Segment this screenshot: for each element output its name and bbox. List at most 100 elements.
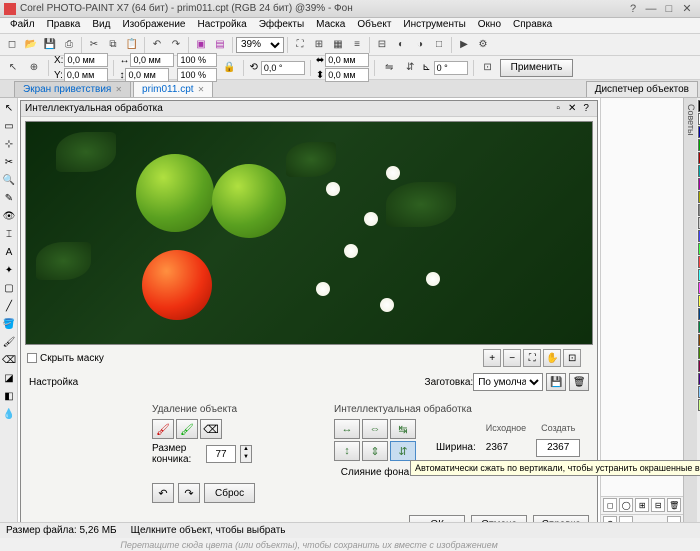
- menu-image[interactable]: Изображение: [116, 18, 191, 33]
- menu-window[interactable]: Окно: [472, 18, 507, 33]
- auto-h-icon[interactable]: ↹: [390, 419, 416, 439]
- paint-tool-icon[interactable]: 🖌: [1, 334, 17, 350]
- menu-view[interactable]: Вид: [86, 18, 116, 33]
- undo-stroke-icon[interactable]: ↶: [152, 483, 174, 503]
- fullscreen-icon[interactable]: ⛶: [291, 36, 309, 54]
- dialog-minimize-icon[interactable]: ▫: [551, 103, 565, 114]
- zoom-100-icon[interactable]: ⊡: [563, 349, 581, 367]
- zoom-select[interactable]: 39%: [236, 37, 284, 53]
- lock-ratio-icon[interactable]: 🔒: [220, 59, 238, 77]
- menu-object[interactable]: Объект: [351, 18, 397, 33]
- zoom-out-icon[interactable]: −: [503, 349, 521, 367]
- mask-rect-tool-icon[interactable]: ▭: [1, 118, 17, 134]
- docker-tab-objects[interactable]: Диспетчер объектов: [586, 81, 698, 97]
- pick-tool-icon[interactable]: ↖: [4, 59, 22, 77]
- rulers-icon[interactable]: ⊞: [310, 36, 328, 54]
- paste-icon[interactable]: 📋: [123, 36, 141, 54]
- minimize-button[interactable]: —: [642, 2, 660, 16]
- undo-icon[interactable]: ↶: [148, 36, 166, 54]
- print-icon[interactable]: ⎙: [60, 36, 78, 54]
- height-input[interactable]: [125, 68, 169, 82]
- save-preset-icon[interactable]: 💾: [546, 373, 566, 391]
- dialog-help-icon[interactable]: ?: [579, 103, 593, 114]
- transparency-tool-icon[interactable]: ◧: [1, 388, 17, 404]
- pan-icon[interactable]: ✋: [543, 349, 561, 367]
- copy-icon[interactable]: ⧉: [104, 36, 122, 54]
- mask-icon[interactable]: ◐: [392, 36, 410, 54]
- close-icon[interactable]: ✕: [198, 85, 205, 94]
- fill-tool-icon[interactable]: 🪣: [1, 316, 17, 332]
- clip-icon[interactable]: □: [430, 36, 448, 54]
- contract-v-icon[interactable]: ↕: [334, 441, 360, 461]
- menu-tools[interactable]: Инструменты: [397, 18, 471, 33]
- maximize-button[interactable]: □: [660, 2, 678, 16]
- nib-size-input[interactable]: [206, 445, 236, 463]
- eyedropper-tool-icon[interactable]: 💧: [1, 406, 17, 422]
- zoom-fit-icon[interactable]: ⛶: [523, 349, 541, 367]
- object-list[interactable]: [601, 98, 683, 496]
- close-icon[interactable]: ✕: [115, 85, 122, 94]
- mirror-v-icon[interactable]: ⇵: [401, 59, 419, 77]
- menu-mask[interactable]: Маска: [310, 18, 351, 33]
- menu-file[interactable]: Файл: [4, 18, 41, 33]
- dropshadow-tool-icon[interactable]: ◪: [1, 370, 17, 386]
- mask-transform-tool-icon[interactable]: ⊹: [1, 136, 17, 152]
- reset-button[interactable]: Сброс: [204, 483, 255, 503]
- rotation-input[interactable]: [261, 61, 305, 75]
- grid-icon[interactable]: ▦: [329, 36, 347, 54]
- skew-h-input[interactable]: [325, 53, 369, 67]
- preview-canvas[interactable]: [25, 121, 593, 345]
- preset-select[interactable]: По умолча...: [473, 373, 543, 391]
- menu-adjust[interactable]: Настройка: [191, 18, 252, 33]
- auto-v-icon[interactable]: ⇵: [390, 441, 416, 461]
- touch-up-tool-icon[interactable]: ⌶: [1, 226, 17, 242]
- zoom-tool-icon[interactable]: 🔍: [1, 172, 17, 188]
- scale-x-input[interactable]: [177, 53, 217, 67]
- skew-v-input[interactable]: [325, 68, 369, 82]
- redo-icon[interactable]: ↷: [167, 36, 185, 54]
- guides-icon[interactable]: ≡: [348, 36, 366, 54]
- snap-icon[interactable]: ⊟: [373, 36, 391, 54]
- scale-y-input[interactable]: [177, 68, 217, 82]
- width-target-input[interactable]: [536, 439, 580, 457]
- close-button[interactable]: ✕: [678, 2, 696, 16]
- redo-stroke-icon[interactable]: ↷: [178, 483, 200, 503]
- new-group-icon[interactable]: ⊞: [635, 498, 649, 512]
- apply-button[interactable]: Применить: [500, 59, 574, 77]
- eraser-icon[interactable]: ⌫: [200, 419, 222, 439]
- anchor-icon[interactable]: ⊡: [479, 59, 497, 77]
- tab-welcome[interactable]: Экран приветствия✕: [14, 81, 131, 97]
- new-icon[interactable]: ◻: [3, 36, 21, 54]
- import-icon[interactable]: ▣: [192, 36, 210, 54]
- effect-tool-icon[interactable]: ✦: [1, 262, 17, 278]
- width-input[interactable]: [130, 53, 174, 67]
- expand-h-icon[interactable]: ⇔: [362, 419, 388, 439]
- protect-brush-icon[interactable]: 🖌: [176, 419, 198, 439]
- nib-size-spinner[interactable]: ▲▼: [240, 445, 252, 463]
- crop-tool-icon[interactable]: ✂: [1, 154, 17, 170]
- zoom-in-icon[interactable]: +: [483, 349, 501, 367]
- mirror-h-icon[interactable]: ⇋: [380, 59, 398, 77]
- hide-mask-checkbox[interactable]: Скрыть маску: [27, 353, 104, 364]
- tab-document[interactable]: prim011.cpt✕: [133, 81, 213, 97]
- new-object-icon[interactable]: ◻: [603, 498, 617, 512]
- delete-preset-icon[interactable]: 🗑: [569, 373, 589, 391]
- save-icon[interactable]: 💾: [41, 36, 59, 54]
- combine-icon[interactable]: ⊟: [651, 498, 665, 512]
- angle-input[interactable]: [434, 61, 468, 75]
- cut-icon[interactable]: ✂: [85, 36, 103, 54]
- contract-h-icon[interactable]: ↔: [334, 419, 360, 439]
- expand-v-icon[interactable]: ⇕: [362, 441, 388, 461]
- menu-help[interactable]: Справка: [507, 18, 558, 33]
- pick-tool-icon[interactable]: ↖: [1, 100, 17, 116]
- y-position-input[interactable]: [64, 68, 108, 82]
- options-icon[interactable]: ⚙: [474, 36, 492, 54]
- remove-brush-icon[interactable]: 🖌: [152, 419, 174, 439]
- rectangle-tool-icon[interactable]: ▢: [1, 280, 17, 296]
- open-icon[interactable]: 📂: [22, 36, 40, 54]
- launch-icon[interactable]: ▶: [455, 36, 473, 54]
- export-icon[interactable]: ▤: [211, 36, 229, 54]
- eraser-tool-icon[interactable]: ⌫: [1, 352, 17, 368]
- redeye-tool-icon[interactable]: 👁: [1, 208, 17, 224]
- dialog-close-icon[interactable]: ✕: [565, 103, 579, 114]
